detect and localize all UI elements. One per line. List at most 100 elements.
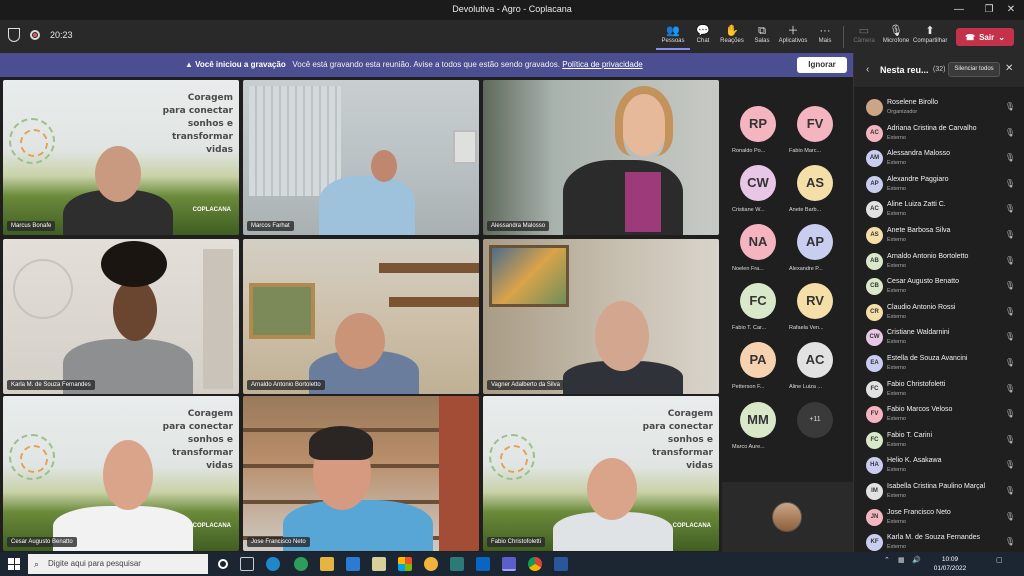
participant-avatar[interactable]: PA xyxy=(740,342,776,378)
coplacana-logo xyxy=(9,118,55,164)
app-icon[interactable] xyxy=(372,557,386,571)
avatar-name: Fabio Marc... xyxy=(789,148,822,154)
participant-avatar: HA xyxy=(866,457,883,475)
participant-avatar[interactable]: MM xyxy=(740,402,776,438)
participant-avatar[interactable]: AP xyxy=(797,224,833,260)
participant-avatar: EA xyxy=(866,354,883,372)
participant-row[interactable]: AS Anete Barbosa Silva Externo 🎙 xyxy=(854,223,1024,249)
mic-muted-icon: 🎙 xyxy=(1004,537,1015,547)
edge-icon[interactable] xyxy=(266,557,280,571)
privacy-link[interactable]: Política de privacidade xyxy=(562,60,643,69)
rooms-button[interactable]: ⧉ Salas xyxy=(745,24,779,50)
video-tile[interactable]: Coragem para conectar sonhos e transformar v… xyxy=(3,396,239,551)
participant-avatar: AB xyxy=(866,252,883,270)
video-tile[interactable]: Coragem para conectar sonhos e transformar v… xyxy=(3,80,239,235)
banner-title: Você iniciou a gravação xyxy=(195,60,286,69)
participant-avatar[interactable]: RP xyxy=(740,106,776,142)
participant-row[interactable]: CB Cesar Augusto Benatto Externo 🎙 xyxy=(854,274,1024,300)
participant-row[interactable]: AC Aline Luiza Zatti C. Externo 🎙 xyxy=(854,197,1024,223)
participant-role: Externo xyxy=(887,339,906,346)
app-icon[interactable] xyxy=(450,557,464,571)
participant-row[interactable]: AC Adriana Cristina de Carvalho Externo 🎙 xyxy=(854,121,1024,147)
participant-avatar: FC xyxy=(866,431,883,449)
teams-icon[interactable] xyxy=(502,557,516,571)
participant-avatar: IM xyxy=(866,482,883,500)
mute-all-button[interactable]: Silenciar todos xyxy=(948,62,1000,77)
app-icon[interactable] xyxy=(424,557,438,571)
participant-row[interactable]: FC Fabio T. Carini Externo 🎙 xyxy=(854,428,1024,454)
participant-avatar[interactable]: NA xyxy=(740,224,776,260)
mic-muted-icon: 🎙 xyxy=(1004,460,1015,470)
microphone-button[interactable]: 🎙 Microfone xyxy=(879,24,913,50)
video-tile[interactable]: Karla M. de Souza Fernandes xyxy=(3,239,239,394)
banner-message: ▲ Você iniciou a gravação Você está grav… xyxy=(185,60,643,69)
mic-icon: 🎙 xyxy=(889,25,903,37)
participant-row[interactable]: AB Arnaldo Antonio Bortoletto Externo 🎙 xyxy=(854,249,1024,275)
participant-row[interactable]: Roselene Birollo Organizador 🎙 xyxy=(854,95,1024,121)
participant-name: Fabio Marcos Veloso xyxy=(887,406,953,414)
video-tile[interactable]: Jose Francisco Neto xyxy=(243,396,479,551)
minimize-button[interactable]: — xyxy=(946,2,972,18)
participant-name: Arnaldo Antonio Bortoletto xyxy=(247,380,325,390)
store-icon[interactable] xyxy=(398,557,412,571)
taskbar-clock[interactable]: 10:09 01/07/2022 xyxy=(930,555,970,573)
video-tile[interactable]: Marcos Farhat xyxy=(243,80,479,235)
mic-muted-icon: 🎙 xyxy=(1004,102,1015,111)
participant-name: Claudio Antonio Rossi xyxy=(887,303,956,311)
mail-icon[interactable] xyxy=(346,557,360,571)
word-icon[interactable] xyxy=(554,557,568,571)
windows-start-icon[interactable] xyxy=(8,558,20,570)
apps-button[interactable]: ＋ Aplicativos xyxy=(776,24,810,50)
cortana-icon[interactable] xyxy=(218,559,228,569)
edge-dev-icon[interactable] xyxy=(294,557,308,571)
participant-avatar[interactable]: FV xyxy=(797,106,833,142)
notifications-icon[interactable]: ▢ xyxy=(996,556,1003,564)
participant-row[interactable]: JN Jose Francisco Neto Externo 🎙 xyxy=(854,505,1024,531)
video-tile[interactable]: Alessandra Malosso xyxy=(483,80,719,235)
people-button[interactable]: 👥 Pessoas xyxy=(656,24,690,50)
participant-name: Alexandre Paggiaro xyxy=(887,175,949,183)
participant-avatar[interactable]: RV xyxy=(797,283,833,319)
tray-chevron-icon[interactable]: ⌃ xyxy=(884,556,890,564)
participant-row[interactable]: AP Alexandre Paggiaro Externo 🎙 xyxy=(854,172,1024,198)
outlook-icon[interactable] xyxy=(476,557,490,571)
network-icon[interactable]: ▦ xyxy=(898,556,905,564)
participant-row[interactable]: FV Fabio Marcos Veloso Externo 🎙 xyxy=(854,402,1024,428)
share-button[interactable]: ⬆ Compartilhar xyxy=(913,24,947,50)
ignore-button[interactable]: Ignorar xyxy=(797,57,847,73)
warning-icon: ▲ xyxy=(185,60,193,69)
more-participants-button[interactable]: +11 xyxy=(797,402,833,438)
participant-avatar[interactable]: FC xyxy=(740,283,776,319)
participants-panel: ‹ Nesta reu... (32) Silenciar todos ✕ Ro… xyxy=(853,53,1024,552)
participant-row[interactable]: IM Isabella Cristina Paulino Marçal Extern… xyxy=(854,479,1024,505)
participant-row[interactable]: HA Helio K. Asakawa Externo 🎙 xyxy=(854,453,1024,479)
task-view-icon[interactable] xyxy=(240,557,254,571)
participant-row[interactable]: FC Fabio Christofoletti Externo 🎙 xyxy=(854,377,1024,403)
participant-row[interactable]: AM Alessandra Malosso Externo 🎙 xyxy=(854,146,1024,172)
participant-avatar[interactable]: CW xyxy=(740,165,776,201)
chrome-icon[interactable] xyxy=(528,557,542,571)
participant-name: Helio K. Asakawa xyxy=(887,457,942,465)
participant-name: Arnaldo Antonio Bortoletto xyxy=(887,252,969,260)
close-window-button[interactable]: ✕ xyxy=(998,2,1024,18)
participant-avatar: JN xyxy=(866,508,883,526)
participant-avatar[interactable]: AS xyxy=(797,165,833,201)
camera-button[interactable]: ▭ Câmera xyxy=(847,24,881,50)
participant-row[interactable]: EA Estella de Souza Avancini Externo 🎙 xyxy=(854,351,1024,377)
more-button[interactable]: ··· Mais xyxy=(808,24,842,50)
back-arrow-icon[interactable]: ‹ xyxy=(866,64,869,75)
file-explorer-icon[interactable] xyxy=(320,557,334,571)
leave-button[interactable]: ☎ Sair ⌄ xyxy=(956,28,1014,46)
participant-row[interactable]: CW Cristiane Waldarnini Externo 🎙 xyxy=(854,325,1024,351)
video-tile[interactable]: Vagner Adalberto da Silva xyxy=(483,239,719,394)
video-tile[interactable]: Coragem para conectar sonhos e transformar v… xyxy=(483,396,719,551)
self-view[interactable] xyxy=(722,482,853,552)
volume-icon[interactable]: 🔊 xyxy=(912,556,921,564)
participant-avatar[interactable]: AC xyxy=(797,342,833,378)
avatar-name: Rafaela Ven... xyxy=(789,325,824,331)
video-tile[interactable]: Arnaldo Antonio Bortoletto xyxy=(243,239,479,394)
reactions-button[interactable]: ✋ Reações xyxy=(715,24,749,50)
participant-row[interactable]: CR Claudio Antonio Rossi Externo 🎙 xyxy=(854,300,1024,326)
taskbar-search[interactable]: ⌕ Digite aqui para pesquisar xyxy=(28,554,208,574)
close-icon[interactable]: ✕ xyxy=(1005,63,1013,74)
